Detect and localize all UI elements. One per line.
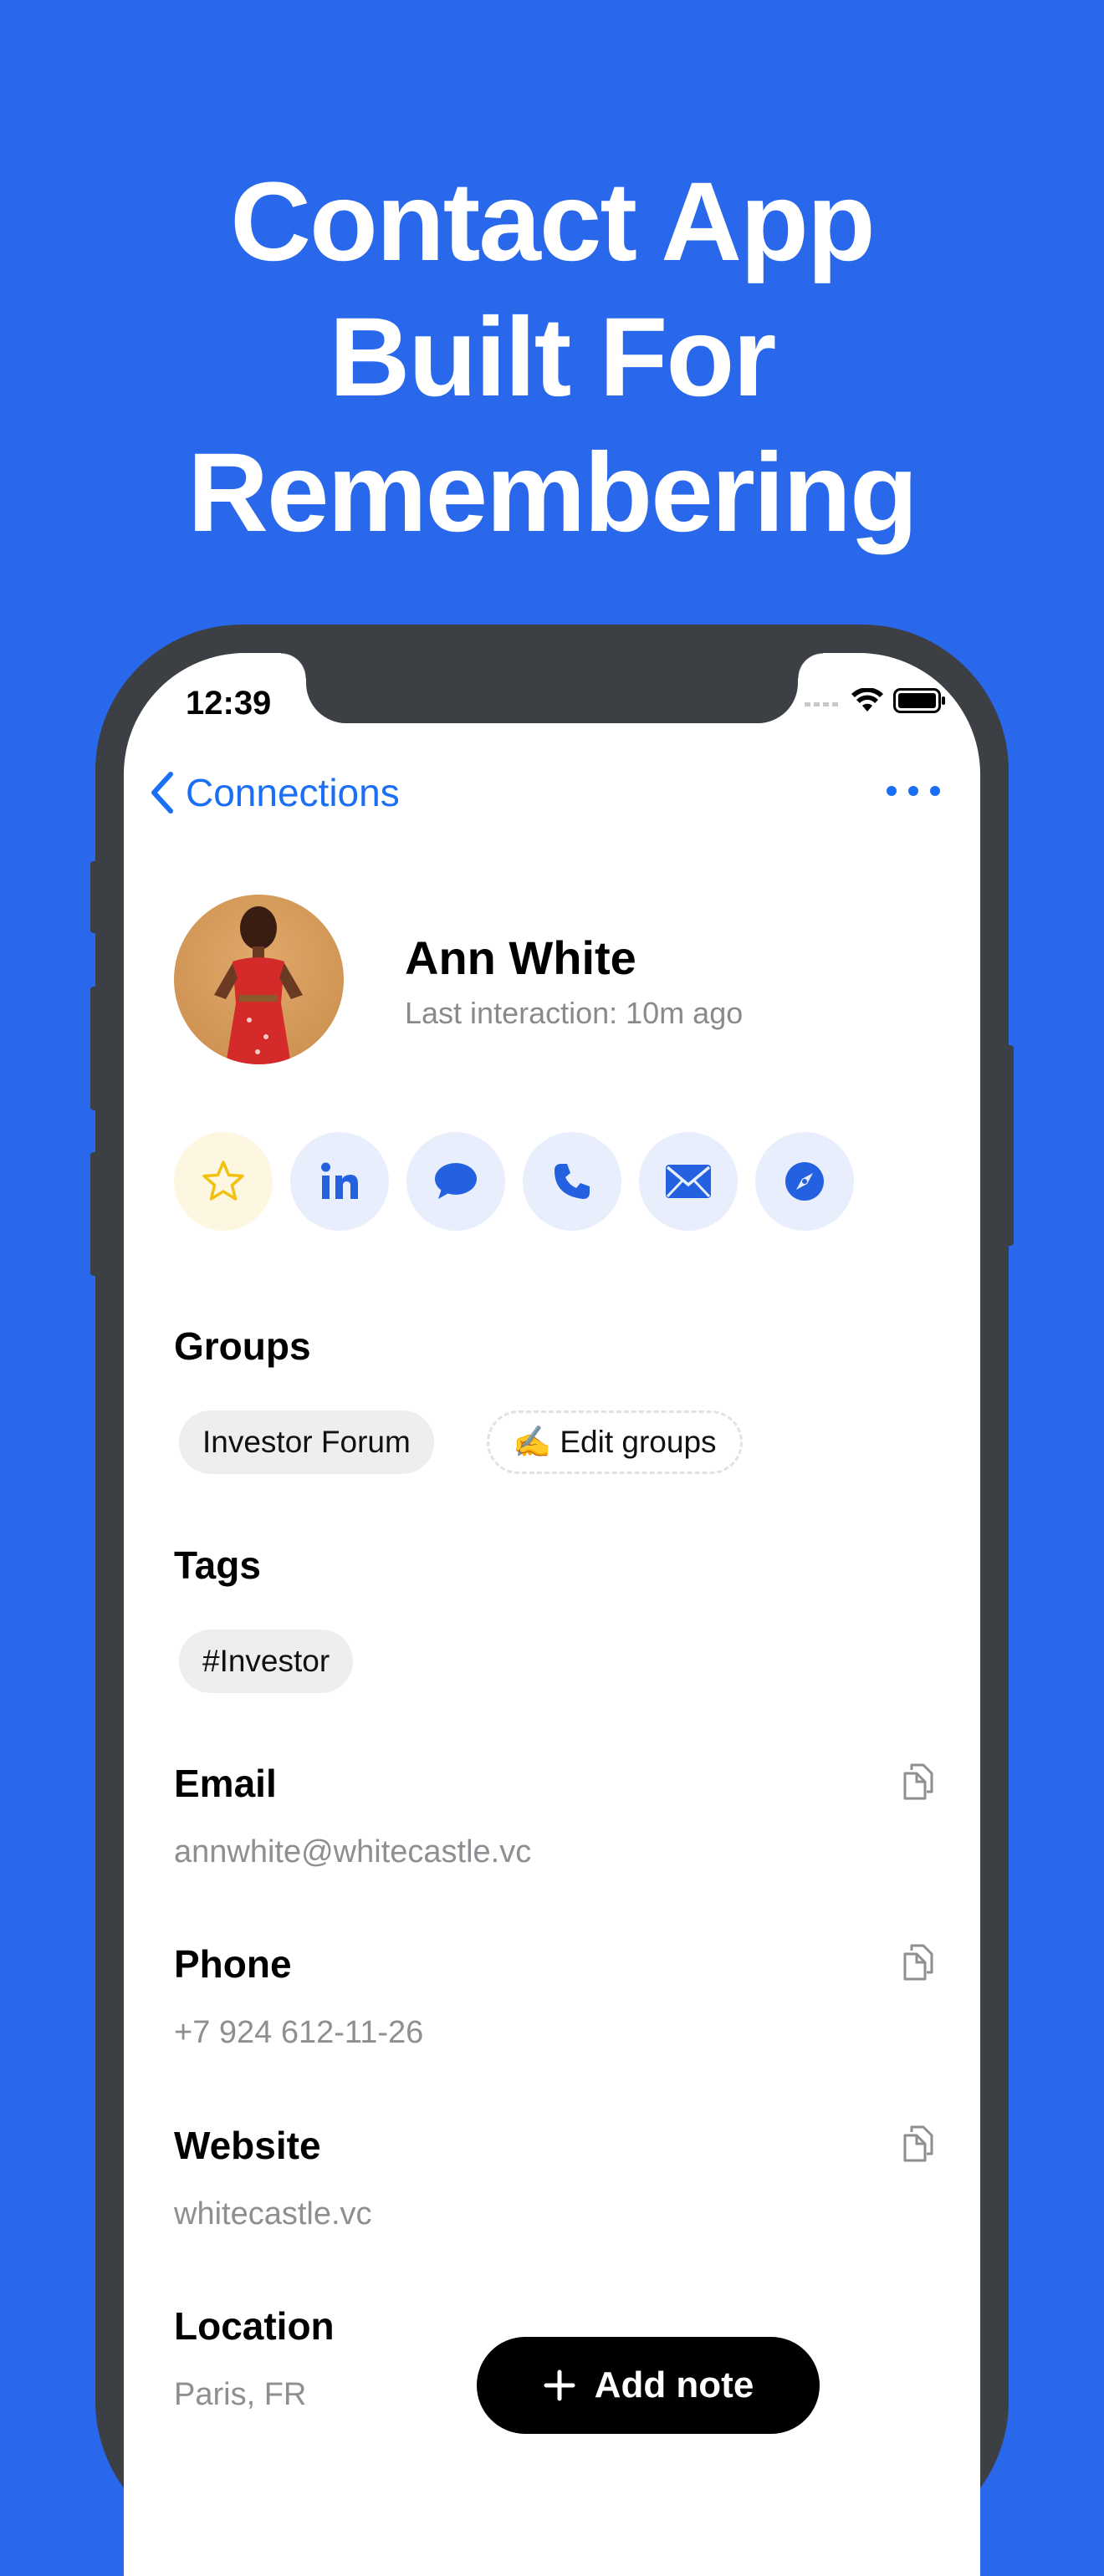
phone-frame: 12:39 Connections Ann White Last interac…	[95, 625, 1009, 2576]
favorite-button[interactable]	[174, 1132, 273, 1231]
email-button[interactable]	[639, 1132, 738, 1231]
back-label: Connections	[186, 771, 400, 814]
more-button[interactable]	[887, 778, 940, 803]
avatar-photo	[214, 906, 303, 1064]
last-interaction: Last interaction: 10m ago	[405, 996, 744, 1030]
ellipsis-dot	[908, 786, 918, 796]
promo-headline: Contact App Built For Remembering	[0, 155, 1104, 561]
headline-line-1: Contact App	[230, 160, 876, 284]
headline-line-2: Built For	[329, 295, 777, 420]
add-note-button[interactable]: Add note	[477, 2337, 820, 2434]
back-button[interactable]: Connections	[149, 770, 400, 815]
location-label: Location	[174, 2304, 335, 2348]
status-time: 12:39	[186, 685, 272, 722]
add-note-label: Add note	[594, 2364, 754, 2405]
cellular-icon	[805, 702, 838, 706]
website-value[interactable]: whitecastle.vc	[174, 2196, 372, 2232]
phone-label: Phone	[174, 1942, 292, 1986]
avatar	[174, 895, 344, 1064]
edit-groups-button[interactable]: ✍️ Edit groups	[487, 1410, 743, 1474]
group-chip[interactable]: Investor Forum	[179, 1410, 434, 1474]
email-value[interactable]: annwhite@whitecastle.vc	[174, 1834, 531, 1870]
phone-icon	[555, 1164, 590, 1199]
battery-icon	[893, 688, 945, 713]
ellipsis-dot	[930, 786, 940, 796]
website-button[interactable]	[755, 1132, 854, 1231]
linkedin-icon	[321, 1162, 358, 1199]
notch	[281, 653, 823, 723]
tag-chip[interactable]: #Investor	[179, 1630, 354, 1693]
quick-actions	[174, 1132, 854, 1231]
chevron-left-icon	[151, 772, 173, 814]
phone-value[interactable]: +7 924 612-11-26	[174, 2015, 423, 2051]
star-icon	[202, 1160, 244, 1201]
groups-title: Groups	[174, 1324, 311, 1368]
copy-phone-icon[interactable]	[902, 1942, 937, 1982]
linkedin-button[interactable]	[290, 1132, 389, 1231]
website-label: Website	[174, 2124, 321, 2167]
compass-icon	[785, 1162, 824, 1201]
message-button[interactable]	[406, 1132, 505, 1231]
email-label: Email	[174, 1762, 277, 1805]
ellipsis-icon	[887, 786, 897, 796]
wifi-icon	[851, 688, 883, 712]
copy-email-icon[interactable]	[902, 1762, 937, 1802]
status-icons	[805, 688, 947, 713]
tags-title: Tags	[174, 1543, 261, 1587]
contact-name: Ann White	[405, 931, 636, 984]
location-value: Paris, FR	[174, 2377, 307, 2412]
mail-icon	[666, 1165, 711, 1198]
plus-icon	[544, 2369, 575, 2401]
phone-screen: 12:39 Connections Ann White Last interac…	[124, 653, 980, 2576]
copy-website-icon[interactable]	[902, 2124, 937, 2164]
message-icon	[435, 1163, 477, 1199]
headline-line-3: Remembering	[187, 431, 918, 555]
call-button[interactable]	[523, 1132, 621, 1231]
